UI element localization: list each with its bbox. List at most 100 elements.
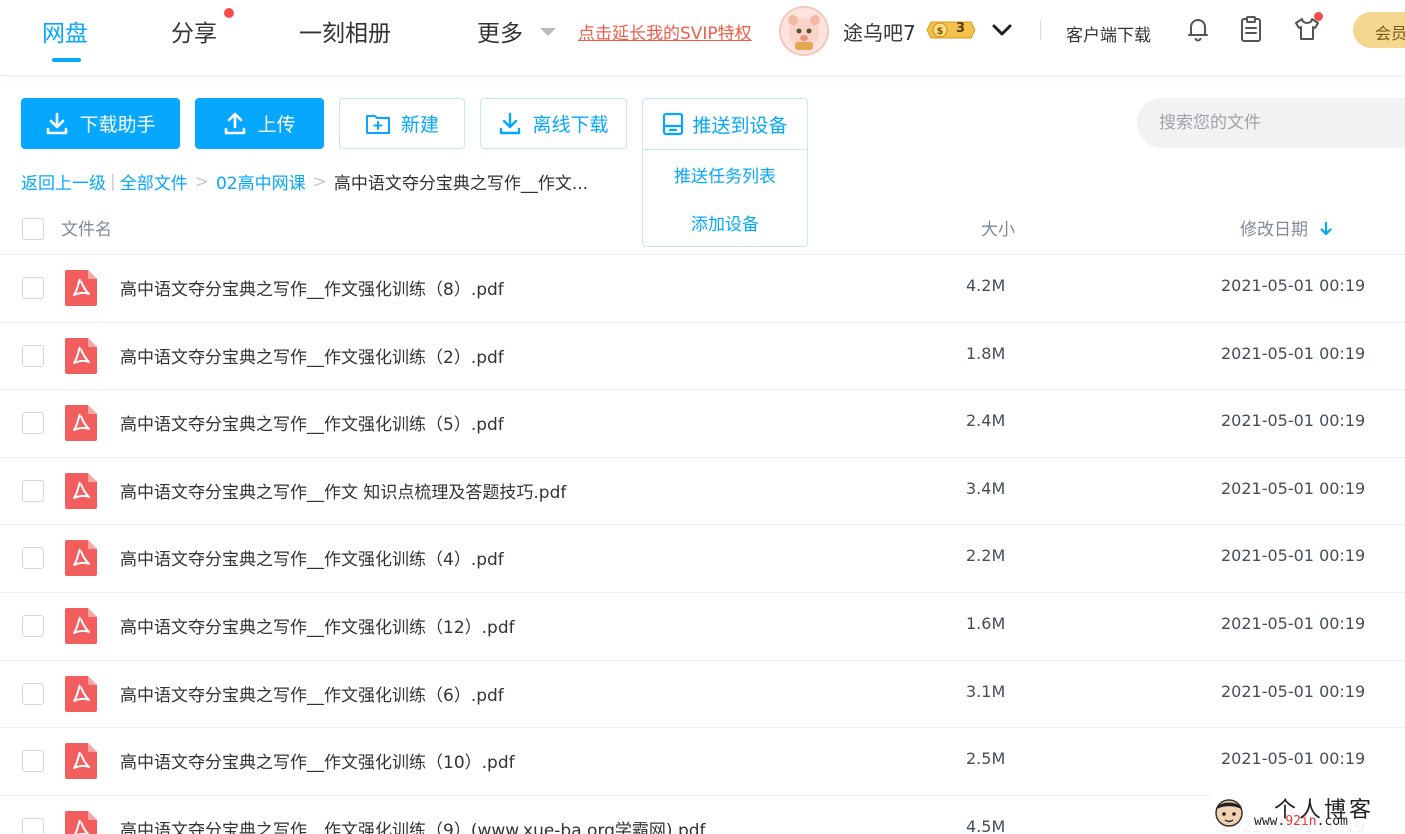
- breadcrumb-current-folder: 高中语文夺分宝典之写作__作文...: [333, 174, 589, 194]
- row-checkbox[interactable]: [22, 277, 44, 299]
- file-name[interactable]: 高中语文夺分宝典之写作__作文强化训练（2）.pdf: [120, 343, 504, 368]
- download-icon: [500, 112, 521, 134]
- file-size: 2.4M: [966, 411, 1006, 430]
- pdf-file-icon: [65, 473, 97, 509]
- svip-extend-link[interactable]: 点击延长我的SVIP特权: [578, 19, 752, 44]
- watermark-url-highlight: 92in: [1285, 814, 1317, 829]
- file-modified-date: 2021-05-01 00:19: [1221, 614, 1366, 633]
- bell-icon[interactable]: [1183, 14, 1213, 44]
- nav-tab-netdisk[interactable]: 网盘: [42, 14, 88, 62]
- row-checkbox[interactable]: [22, 615, 44, 637]
- breadcrumb-parent-folder[interactable]: 02高中网课: [216, 169, 306, 194]
- pdf-file-icon: [65, 811, 97, 834]
- device-icon: [663, 112, 684, 136]
- nav-divider: [1040, 20, 1041, 40]
- file-row[interactable]: 高中语文夺分宝典之写作__作文强化训练（4）.pdf 2.2M 2021-05-…: [0, 524, 1405, 591]
- clipboard-icon[interactable]: [1236, 14, 1266, 44]
- row-checkbox[interactable]: [22, 750, 44, 772]
- username[interactable]: 途乌吧7: [843, 17, 916, 46]
- file-row[interactable]: 高中语文夺分宝典之写作__作文强化训练（2）.pdf 1.8M 2021-05-…: [0, 322, 1405, 389]
- add-device-item[interactable]: 添加设备: [643, 198, 807, 246]
- top-navigation: 网盘 分享 一刻相册 更多 点击延长我的SVIP特权 途乌吧7 $ 3 客户端下…: [0, 0, 1405, 76]
- nav-tab-share[interactable]: 分享: [171, 14, 217, 48]
- search-input[interactable]: [1137, 98, 1405, 148]
- file-name[interactable]: 高中语文夺分宝典之写作__作文强化训练（10）.pdf: [120, 748, 515, 773]
- file-modified-date: 2021-05-01 00:19: [1221, 682, 1366, 701]
- file-row[interactable]: 高中语文夺分宝典之写作__作文强化训练（6）.pdf 3.1M 2021-05-…: [0, 660, 1405, 727]
- nav-tab-album[interactable]: 一刻相册: [299, 14, 391, 48]
- file-modified-date: 2021-05-01 00:19: [1221, 276, 1366, 295]
- upload-label: 上传: [257, 114, 296, 136]
- file-size: 2.5M: [966, 749, 1006, 768]
- avatar[interactable]: [779, 6, 829, 56]
- chevron-down-icon[interactable]: [990, 20, 1014, 40]
- level-number: 3: [956, 21, 966, 36]
- new-folder-label: 新建: [400, 114, 439, 136]
- column-header-date[interactable]: 修改日期: [1240, 215, 1333, 240]
- pdf-file-icon: [65, 540, 97, 576]
- caret-down-icon[interactable]: [540, 28, 556, 36]
- file-row[interactable]: 高中语文夺分宝典之写作__作文强化训练（12）.pdf 1.6M 2021-05…: [0, 592, 1405, 659]
- file-size: 1.8M: [966, 344, 1006, 363]
- column-header-size[interactable]: 大小: [981, 215, 1015, 240]
- pdf-file-icon: [65, 743, 97, 779]
- offline-download-button[interactable]: 离线下载: [480, 98, 627, 149]
- file-name[interactable]: 高中语文夺分宝典之写作__作文强化训练（5）.pdf: [120, 410, 504, 435]
- breadcrumb-divider: |: [110, 171, 116, 192]
- new-folder-button[interactable]: 新建: [339, 98, 465, 149]
- file-size: 4.2M: [966, 276, 1006, 295]
- download-helper-label: 下载助手: [79, 114, 156, 136]
- upload-icon: [225, 112, 246, 134]
- row-checkbox[interactable]: [22, 480, 44, 502]
- upload-button[interactable]: 上传: [195, 98, 324, 149]
- svip-level-badge: $ 3: [925, 18, 977, 42]
- file-name[interactable]: 高中语文夺分宝典之写作__作文强化训练（4）.pdf: [120, 545, 504, 570]
- file-row[interactable]: 高中语文夺分宝典之写作__作文强化训练（9）(www.xue-ba.org学霸网…: [0, 795, 1405, 834]
- push-to-device-dropdown: 推送到设备 推送任务列表 添加设备: [642, 98, 808, 247]
- watermark-url: www.92in.com: [1254, 814, 1348, 829]
- share-notification-dot: [224, 8, 234, 18]
- breadcrumb-separator: >: [312, 171, 327, 192]
- push-task-list-item[interactable]: 推送任务列表: [643, 150, 807, 198]
- push-to-device-label: 推送到设备: [692, 114, 788, 137]
- row-checkbox[interactable]: [22, 412, 44, 434]
- client-download-link[interactable]: 客户端下载: [1066, 21, 1151, 46]
- select-all-checkbox[interactable]: [22, 218, 44, 240]
- row-checkbox[interactable]: [22, 345, 44, 367]
- file-row[interactable]: 高中语文夺分宝典之写作__作文 知识点梳理及答题技巧.pdf 3.4M 2021…: [0, 457, 1405, 524]
- row-checkbox[interactable]: [22, 818, 44, 834]
- file-modified-date: 2021-05-01 00:19: [1221, 546, 1366, 565]
- watermark-url-suffix: .com: [1316, 814, 1348, 829]
- file-name[interactable]: 高中语文夺分宝典之写作__作文强化训练（9）(www.xue-ba.org学霸网…: [120, 816, 706, 834]
- file-row[interactable]: 高中语文夺分宝典之写作__作文强化训练（5）.pdf 2.4M 2021-05-…: [0, 389, 1405, 456]
- breadcrumb-all-files[interactable]: 全部文件: [120, 169, 188, 194]
- file-name[interactable]: 高中语文夺分宝典之写作__作文强化训练（6）.pdf: [120, 681, 504, 706]
- file-name[interactable]: 高中语文夺分宝典之写作__作文强化训练（8）.pdf: [120, 275, 504, 300]
- member-button[interactable]: 会员: [1353, 12, 1405, 48]
- nav-tab-label: 一刻相册: [299, 21, 391, 47]
- file-modified-date: 2021-05-01 00:19: [1221, 411, 1366, 430]
- column-header-name[interactable]: 文件名: [61, 215, 112, 240]
- file-row[interactable]: 高中语文夺分宝典之写作__作文强化训练（8）.pdf 4.2M 2021-05-…: [0, 254, 1405, 321]
- blog-watermark: 个人博客 www.92in.com: [1210, 792, 1405, 834]
- row-checkbox[interactable]: [22, 547, 44, 569]
- breadcrumb-back[interactable]: 返回上一级: [21, 169, 106, 194]
- download-helper-button[interactable]: 下载助手: [21, 98, 180, 149]
- file-row[interactable]: 高中语文夺分宝典之写作__作文强化训练（10）.pdf 2.5M 2021-05…: [0, 727, 1405, 794]
- breadcrumb-separator: >: [194, 171, 209, 192]
- nav-tab-label: 更多: [477, 21, 523, 47]
- push-to-device-button[interactable]: 推送到设备: [643, 99, 807, 150]
- column-header-date-label: 修改日期: [1240, 220, 1308, 240]
- pdf-file-icon: [65, 338, 97, 374]
- nav-tab-label: 网盘: [42, 21, 88, 47]
- level-coin-icon: $: [926, 21, 976, 39]
- pdf-file-icon: [65, 676, 97, 712]
- file-size: 3.4M: [966, 479, 1006, 498]
- file-name[interactable]: 高中语文夺分宝典之写作__作文 知识点梳理及答题技巧.pdf: [120, 478, 566, 503]
- sort-arrow-down-icon[interactable]: [1319, 221, 1333, 237]
- nav-tab-more[interactable]: 更多: [477, 14, 523, 48]
- file-name[interactable]: 高中语文夺分宝典之写作__作文强化训练（12）.pdf: [120, 613, 515, 638]
- row-checkbox[interactable]: [22, 683, 44, 705]
- file-modified-date: 2021-05-01 00:19: [1221, 344, 1366, 363]
- breadcrumb: 返回上一级 | 全部文件 > 02高中网课 > 高中语文夺分宝典之写作__作文.…: [21, 169, 589, 195]
